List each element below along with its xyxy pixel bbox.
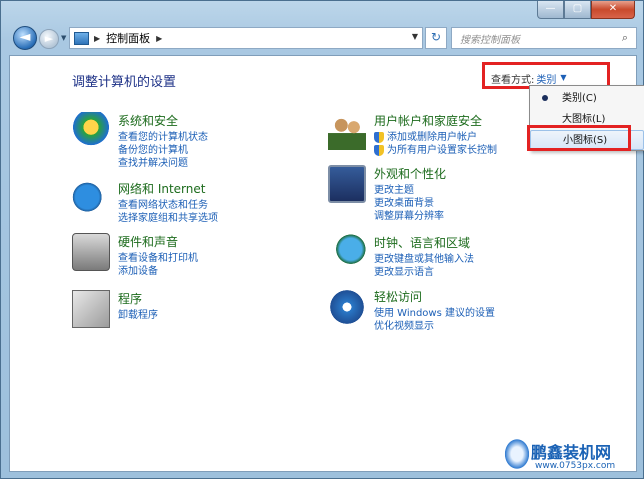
- users-icon[interactable]: [328, 112, 366, 150]
- category-title[interactable]: 硬件和声音: [118, 233, 198, 250]
- uac-shield-icon: [374, 132, 384, 143]
- maximize-button[interactable]: ▢: [564, 1, 591, 19]
- category-title[interactable]: 系统和安全: [118, 112, 208, 129]
- category-network-internet: 网络和 Internet 查看网络状态和任务 选择家庭组和共享选项: [72, 180, 218, 225]
- watermark-logo-icon: [503, 437, 531, 471]
- forward-button[interactable]: ►: [39, 29, 59, 49]
- link-change-theme[interactable]: 更改主题: [374, 184, 446, 197]
- link-recommended-settings[interactable]: 使用 Windows 建议的设置: [374, 307, 495, 320]
- link-devices-printers[interactable]: 查看设备和打印机: [118, 252, 198, 265]
- link-display-language[interactable]: 更改显示语言: [374, 266, 474, 279]
- category-title[interactable]: 轻松访问: [374, 288, 495, 305]
- address-bar[interactable]: ▶ 控制面板 ▶ ▼: [69, 27, 423, 49]
- link-desktop-background[interactable]: 更改桌面背景: [374, 197, 446, 210]
- category-hardware-sound: 硬件和声音 查看设备和打印机 添加设备: [72, 233, 198, 278]
- category-user-accounts: 用户帐户和家庭安全 添加或删除用户帐户 为所有用户设置家长控制: [328, 112, 497, 157]
- category-title[interactable]: 网络和 Internet: [118, 180, 218, 197]
- link-view-computer-status[interactable]: 查看您的计算机状态: [118, 131, 208, 144]
- recent-pages-dropdown[interactable]: ▼: [61, 34, 66, 42]
- link-optimize-video[interactable]: 优化视频显示: [374, 320, 495, 333]
- close-button[interactable]: ✕: [591, 1, 635, 19]
- search-box[interactable]: 搜索控制面板 ⌕: [451, 27, 637, 49]
- ease-of-access-icon[interactable]: [328, 288, 366, 326]
- watermark-url: www.0753px.com: [535, 461, 616, 471]
- minimize-button[interactable]: —: [537, 1, 564, 19]
- search-input[interactable]: 搜索控制面板: [460, 31, 614, 46]
- link-network-status[interactable]: 查看网络状态和任务: [118, 199, 218, 212]
- category-title[interactable]: 用户帐户和家庭安全: [374, 112, 497, 129]
- monitor-icon[interactable]: [328, 165, 366, 203]
- category-system-security: 系统和安全 查看您的计算机状态 备份您的计算机 查找并解决问题: [72, 112, 208, 170]
- breadcrumb-arrow-icon[interactable]: ▶: [156, 34, 162, 43]
- link-add-device[interactable]: 添加设备: [118, 265, 198, 278]
- refresh-button[interactable]: ↻: [425, 27, 447, 49]
- page-title: 调整计算机的设置: [72, 75, 177, 90]
- category-appearance: 外观和个性化 更改主题 更改桌面背景 调整屏幕分辨率: [328, 165, 446, 223]
- address-dropdown-icon[interactable]: ▼: [412, 32, 418, 41]
- search-icon[interactable]: ⌕: [614, 28, 636, 48]
- printer-icon[interactable]: [72, 233, 110, 271]
- link-keyboard-input[interactable]: 更改键盘或其他输入法: [374, 253, 474, 266]
- link-uninstall-program[interactable]: 卸载程序: [118, 309, 158, 322]
- back-button[interactable]: ◄: [13, 26, 37, 50]
- link-add-remove-users[interactable]: 添加或删除用户帐户: [374, 131, 497, 144]
- category-title[interactable]: 程序: [118, 290, 158, 307]
- watermark-brand: 鹏鑫装机网: [531, 443, 612, 462]
- category-programs: 程序 卸载程序: [72, 290, 158, 328]
- menu-item-category[interactable]: 类别(C): [530, 89, 644, 109]
- link-troubleshoot[interactable]: 查找并解决问题: [118, 157, 208, 170]
- program-box-icon[interactable]: [72, 290, 110, 328]
- link-backup-computer[interactable]: 备份您的计算机: [118, 144, 208, 157]
- category-clock-language: 时钟、语言和区域 更改键盘或其他输入法 更改显示语言: [328, 234, 474, 279]
- control-panel-icon: [74, 31, 89, 45]
- window-frame: — ▢ ✕ ◄ ► ▼ ▶ 控制面板 ▶ ▼ ↻ 搜索控制面板 ⌕ 调整计算机的…: [0, 0, 644, 479]
- highlight-box-small-icons: [527, 125, 631, 151]
- clock-globe-icon[interactable]: [328, 234, 366, 272]
- category-title[interactable]: 时钟、语言和区域: [374, 234, 474, 251]
- link-parental-controls[interactable]: 为所有用户设置家长控制: [374, 144, 497, 157]
- breadcrumb-control-panel[interactable]: 控制面板: [106, 30, 150, 46]
- network-globe-icon[interactable]: [72, 180, 110, 218]
- path-arrow-icon[interactable]: ▶: [94, 34, 100, 43]
- selected-bullet-icon: [542, 95, 548, 101]
- watermark: 鹏鑫装机网 www.0753px.com: [501, 433, 644, 479]
- link-homegroup[interactable]: 选择家庭组和共享选项: [118, 212, 218, 225]
- shield-icon[interactable]: [72, 112, 110, 150]
- uac-shield-icon: [374, 145, 384, 156]
- category-title[interactable]: 外观和个性化: [374, 165, 446, 182]
- link-screen-resolution[interactable]: 调整屏幕分辨率: [374, 210, 446, 223]
- category-ease-of-access: 轻松访问 使用 Windows 建议的设置 优化视频显示: [328, 288, 495, 333]
- navigation-bar: ◄ ► ▼ ▶ 控制面板 ▶ ▼ ↻ 搜索控制面板 ⌕: [9, 25, 637, 51]
- caption-buttons: — ▢ ✕: [537, 1, 635, 19]
